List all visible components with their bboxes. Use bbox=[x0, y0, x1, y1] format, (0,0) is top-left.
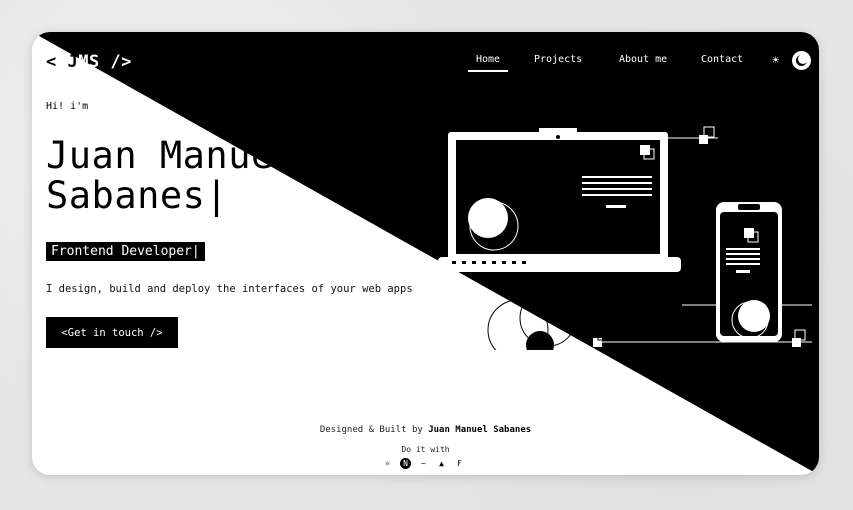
nav-contact[interactable]: Contact bbox=[701, 54, 743, 71]
vercel-icon[interactable]: ▲ bbox=[436, 458, 447, 469]
sun-icon[interactable]: ☀ bbox=[772, 53, 779, 67]
get-in-touch-button[interactable]: <Get in touch /> bbox=[46, 317, 178, 348]
nextjs-icon[interactable]: N bbox=[400, 458, 411, 469]
footer-author[interactable]: Juan Manuel Sabanes bbox=[428, 425, 531, 435]
react-icon[interactable]: ⚛ bbox=[382, 458, 393, 469]
tailwind-icon[interactable]: ~ bbox=[418, 458, 429, 469]
nav-projects[interactable]: Projects bbox=[534, 54, 582, 71]
hero-name: Juan Manuel Sabanes| bbox=[46, 134, 297, 217]
nav-about-me[interactable]: About me bbox=[619, 54, 667, 71]
laptop-base bbox=[438, 257, 681, 272]
role-badge: Frontend Developer| bbox=[46, 242, 205, 261]
framer-icon[interactable]: F bbox=[454, 458, 465, 469]
site-logo[interactable]: < JMS /> bbox=[46, 52, 132, 72]
nav-home[interactable]: Home bbox=[468, 54, 508, 72]
devices-illustration bbox=[438, 126, 812, 350]
moon-toggle-icon[interactable] bbox=[792, 51, 811, 70]
portfolio-card: < JMS /> Home Projects About me Contact … bbox=[32, 32, 819, 475]
greeting: Hi! i'm bbox=[46, 101, 89, 112]
hero-description: I design, build and deploy the interface… bbox=[46, 283, 413, 295]
tech-stack-icons: ⚛ N ~ ▲ F bbox=[382, 458, 465, 469]
footer-do-it-with: Do it with bbox=[401, 445, 450, 454]
footer-credit: Designed & Built by Juan Manuel Sabanes bbox=[319, 425, 532, 435]
